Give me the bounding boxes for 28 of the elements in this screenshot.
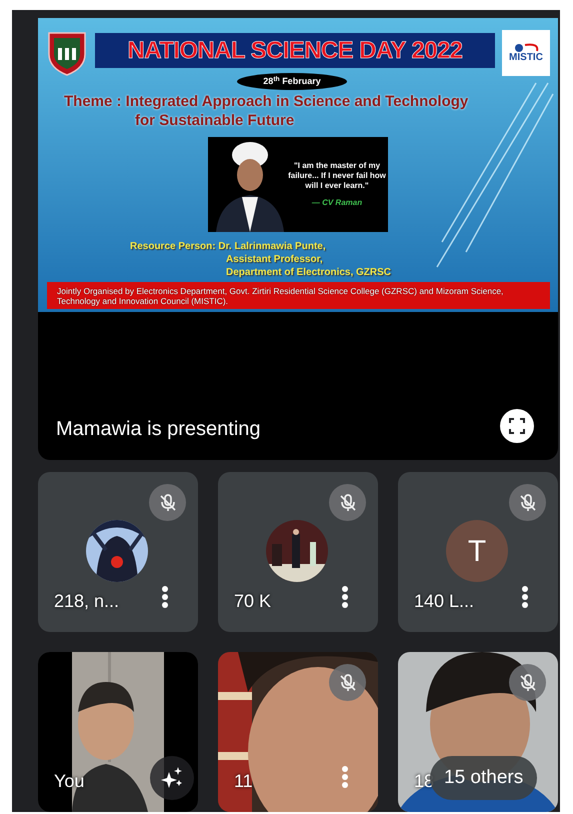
participant-name: 70 K (234, 590, 272, 612)
more-icon (161, 585, 169, 609)
participant-name: 140 L... (414, 590, 474, 612)
date-label: 28$^{th}$ February (237, 73, 347, 90)
more-options-button[interactable] (520, 584, 530, 610)
sparkle-icon (160, 766, 184, 790)
presenter-label: Mamawia is presenting (56, 417, 261, 442)
participant-name: 11 (234, 770, 253, 792)
more-icon (341, 765, 349, 789)
college-shield-icon (46, 30, 88, 76)
more-icon (521, 585, 529, 609)
fullscreen-icon (509, 418, 525, 434)
theme-text: Theme : Integrated Approach in Science and Technology (64, 92, 470, 111)
theme-text: for Sustainable Future (134, 111, 296, 130)
resource-person-text: Department of Electronics, GZRSC (225, 266, 392, 279)
more-icon (341, 585, 349, 609)
quote-author: — CV Raman (312, 196, 362, 208)
resource-person-text: Assistant Professor, (225, 253, 324, 266)
slide-title: NATIONAL SCIENCE DAY 2022 (128, 38, 462, 62)
more-options-button[interactable] (340, 584, 350, 610)
fullscreen-button[interactable] (500, 409, 534, 443)
quote-text: "I am the master of my failure... If I never fail how will I ever learn." (288, 160, 386, 190)
participant-name: 218, n... (54, 590, 120, 612)
organiser-text: Jointly Organised by Electronics Department, Govt. Zirtiri Residential Science College (GZRSC) and Mizoram Science, Technology and Innovation Council (MISTIC). (57, 286, 504, 306)
resource-person-text: Resource Person: Dr. Lalrinmawia Punte, (130, 240, 327, 253)
more-options-button[interactable] (160, 584, 170, 610)
logo-text: MISTIC (509, 53, 543, 63)
avatar-initial: T (446, 520, 508, 582)
